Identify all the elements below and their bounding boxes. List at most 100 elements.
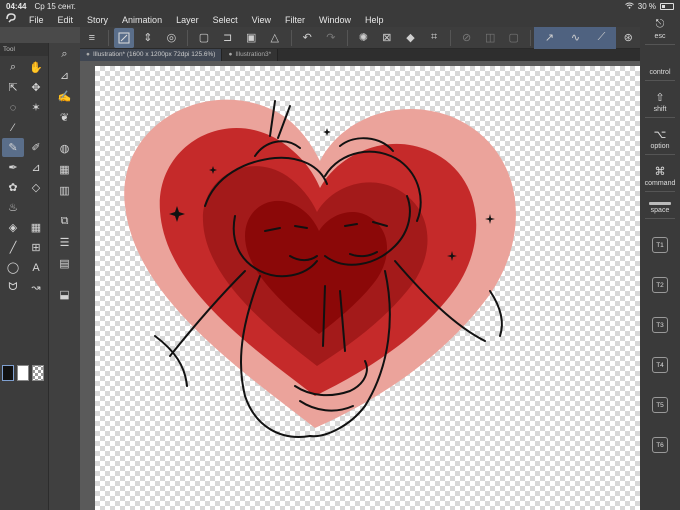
touch-key-t5[interactable]: T5 <box>652 397 668 413</box>
tool-property-icon[interactable]: ❦ <box>51 108 79 127</box>
menu-bar: File Edit Story Animation Layer Select V… <box>0 12 680 27</box>
tool-panel-title: Tool <box>3 46 15 53</box>
sub-tool-palette: ⌕ ⊿ ✍ ❦ ◍ ▦ ▥ ⧉ ☰ ▤ ⬓ <box>48 43 80 510</box>
menu-edit[interactable]: Edit <box>51 15 81 25</box>
open-folder-icon[interactable]: ⊐ <box>218 28 238 48</box>
foreground-color-swatch[interactable] <box>2 365 14 381</box>
layer-stack-icon[interactable]: ☰ <box>51 233 79 252</box>
balloon-icon[interactable]: ◯ <box>2 258 24 277</box>
layer-property-icon[interactable]: ⊿ <box>51 66 79 85</box>
edit-layer-icon[interactable] <box>114 27 135 48</box>
deselect-icon[interactable]: ◫ <box>480 28 500 48</box>
esc-key[interactable]: ⎋ esc <box>640 12 680 40</box>
background-color-swatch[interactable] <box>17 365 29 381</box>
invert-selection-icon[interactable]: ▢ <box>504 28 524 48</box>
transform-icon[interactable]: ⊘ <box>457 28 477 48</box>
menu-view[interactable]: View <box>245 15 278 25</box>
crop-icon[interactable]: ⌗ <box>424 28 444 48</box>
eraser-icon[interactable]: ◇ <box>25 178 47 197</box>
document-canvas[interactable] <box>95 66 640 510</box>
material-icon[interactable]: ⬓ <box>51 285 79 304</box>
quick-edit-icon[interactable]: ⊛ <box>618 28 638 48</box>
control-label: control <box>649 69 671 76</box>
command-key[interactable]: ⌘ command <box>640 159 680 187</box>
zoom-icon[interactable]: ⌕ <box>2 58 24 77</box>
command-label: command <box>644 180 676 187</box>
canvas-area[interactable] <box>80 61 640 510</box>
save-icon[interactable]: ▣ <box>241 28 261 48</box>
battery-icon <box>660 2 674 10</box>
target-icon[interactable]: ◎ <box>162 28 182 48</box>
option-key[interactable]: ⌥ option <box>640 122 680 150</box>
brush-icon[interactable]: ✒ <box>2 158 24 177</box>
loading-spinner-icon[interactable]: ✺ <box>354 28 374 48</box>
shift-label: shift <box>653 106 667 113</box>
tab-close-dot-icon[interactable]: ● <box>86 51 90 58</box>
touch-key-t4[interactable]: T4 <box>652 357 668 373</box>
space-key[interactable]: space <box>640 196 680 214</box>
tab-label: Illustration3* <box>235 51 272 58</box>
color-history-icon[interactable]: ▥ <box>51 181 79 200</box>
tool-panel-header: Tool <box>0 43 48 56</box>
shift-key[interactable]: ⇧ shift <box>640 85 680 113</box>
move-icon[interactable]: ✥ <box>25 78 47 97</box>
blend-icon[interactable]: ♨ <box>2 198 24 217</box>
toolbar-divider <box>107 29 109 46</box>
airbrush-icon[interactable]: ⊿ <box>25 158 47 177</box>
search-icon[interactable]: ⌕ <box>51 45 79 64</box>
touch-key-t1[interactable]: T1 <box>652 237 668 253</box>
tab-illustration3[interactable]: ● Illustration3* <box>222 49 279 61</box>
menu-file[interactable]: File <box>22 15 51 25</box>
eyedropper-icon[interactable]: ⁄ <box>2 118 24 137</box>
menu-window[interactable]: Window <box>312 15 358 25</box>
frame-icon[interactable]: ⊞ <box>25 238 47 257</box>
text-icon[interactable]: A <box>25 258 47 277</box>
decoration-icon[interactable]: ✿ <box>2 178 24 197</box>
navigator-icon[interactable]: ▤ <box>51 254 79 273</box>
lasso-icon[interactable]: ◌ <box>2 98 24 117</box>
touch-key-t3[interactable]: T3 <box>652 317 668 333</box>
touch-key-t6[interactable]: T6 <box>652 437 668 453</box>
control-key[interactable]: control <box>640 49 680 76</box>
gradient-icon[interactable]: ▦ <box>25 218 47 237</box>
empty-slot <box>25 198 47 217</box>
tab-illustration[interactable]: ● Illustration* (1600 x 1200px 72dpi 125.… <box>80 49 223 61</box>
new-file-icon[interactable]: ▢ <box>194 28 214 48</box>
figure-icon[interactable]: ╱ <box>2 238 24 257</box>
hand-icon[interactable]: ✋ <box>25 58 47 77</box>
menu-layer[interactable]: Layer <box>169 15 206 25</box>
menu-animation[interactable]: Animation <box>115 15 169 25</box>
undo-icon[interactable]: ↶ <box>297 28 317 48</box>
correct-line-icon[interactable]: ↝ <box>25 278 47 297</box>
clear-icon[interactable]: ⊠ <box>377 28 397 48</box>
app-logo-icon[interactable] <box>0 13 22 26</box>
menu-select[interactable]: Select <box>206 15 245 25</box>
color-set-icon[interactable]: ▦ <box>51 160 79 179</box>
pen-curve-icon[interactable]: ∿ <box>564 28 586 48</box>
tab-close-dot-icon[interactable]: ● <box>228 51 232 58</box>
touch-key-t2[interactable]: T2 <box>652 277 668 293</box>
pen-shape-icon[interactable]: ⟋ <box>590 28 612 48</box>
transparent-color-swatch[interactable] <box>32 365 44 381</box>
toolbar-divider <box>449 29 451 46</box>
hamburger-menu-icon[interactable]: ≡ <box>82 28 102 48</box>
status-bar: 04:44 Ср 15 сент. 30 % <box>0 0 680 12</box>
pencil-icon[interactable]: ✐ <box>25 138 47 157</box>
redo-icon[interactable]: ↷ <box>321 28 341 48</box>
toolbar-divider <box>187 29 189 46</box>
speech-bubble-icon[interactable]: ᗢ <box>2 278 24 297</box>
fill-bucket-icon[interactable]: ◈ <box>2 218 24 237</box>
operation-icon[interactable]: ⇱ <box>2 78 24 97</box>
color-wheel-icon[interactable]: ◍ <box>51 139 79 158</box>
fill-icon[interactable]: ◆ <box>401 28 421 48</box>
sub-tool-icon[interactable]: ✍ <box>51 87 79 106</box>
layer-arrows-icon[interactable]: ⇕ <box>138 28 158 48</box>
layers-icon[interactable]: ⧉ <box>51 212 79 231</box>
pen-straight-icon[interactable]: ↗ <box>538 28 560 48</box>
menu-story[interactable]: Story <box>80 15 115 25</box>
menu-filter[interactable]: Filter <box>278 15 312 25</box>
pen-icon[interactable]: ✎ <box>2 138 24 157</box>
export-icon[interactable]: △ <box>265 28 285 48</box>
magic-wand-icon[interactable]: ✶ <box>25 98 47 117</box>
menu-help[interactable]: Help <box>358 15 391 25</box>
